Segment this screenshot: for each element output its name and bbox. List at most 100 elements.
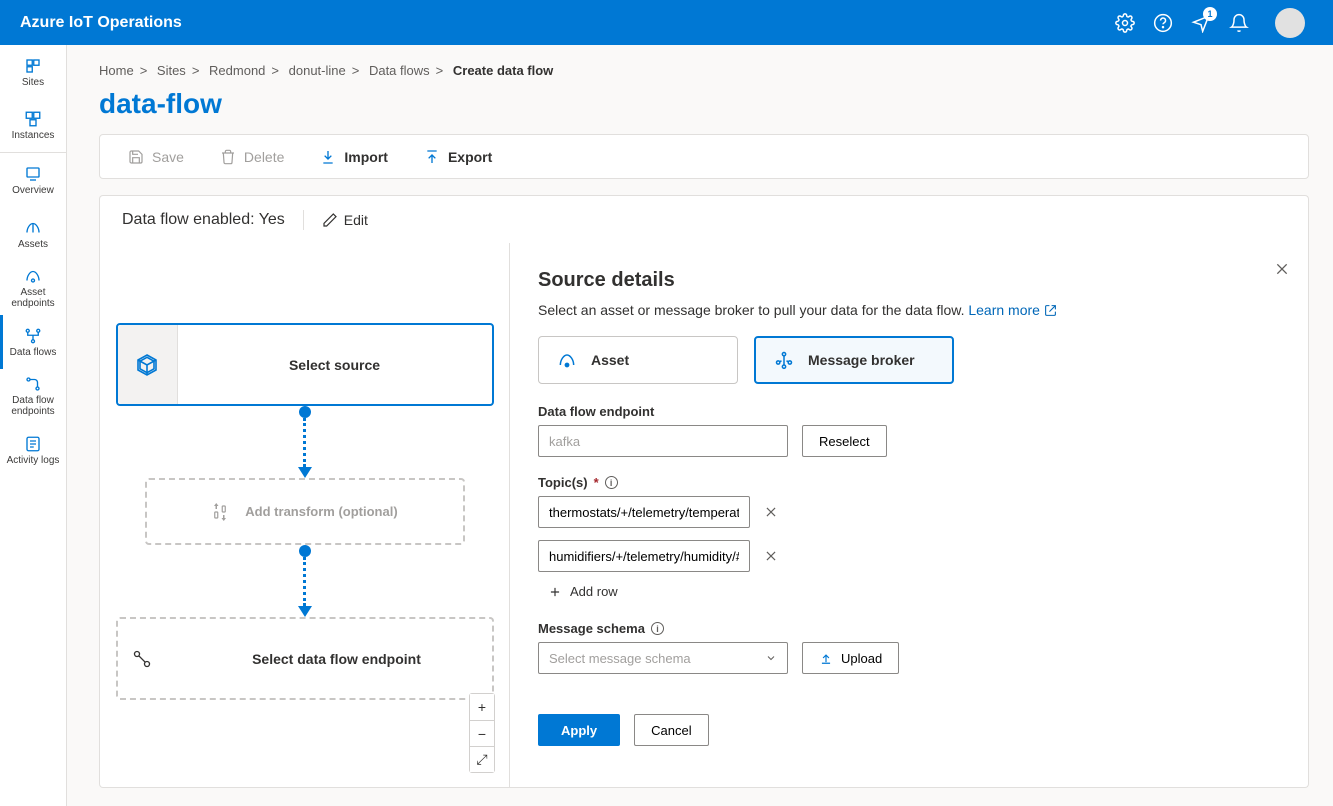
nav-label: Data flow endpoints xyxy=(2,395,64,417)
enabled-status: Data flow enabled: Yes xyxy=(122,211,285,229)
topic-row xyxy=(538,540,1280,572)
asset-option[interactable]: Asset xyxy=(538,336,738,384)
add-row-button[interactable]: Add row xyxy=(548,584,1280,599)
diagram-column: Select source Add transform (optional) S xyxy=(100,243,510,787)
crumb-donutline[interactable]: donut-line xyxy=(289,63,346,78)
zoom-controls: + − ⤢ xyxy=(469,693,495,773)
toolbar: Save Delete Import Export xyxy=(99,134,1309,179)
delete-button: Delete xyxy=(220,149,284,165)
status-bar: Data flow enabled: Yes Edit xyxy=(99,195,1309,243)
schema-label: Message schema i xyxy=(538,621,1280,636)
info-icon[interactable]: i xyxy=(605,476,618,489)
message-broker-option[interactable]: Message broker xyxy=(754,336,954,384)
settings-icon[interactable] xyxy=(1115,13,1135,33)
broker-option-label: Message broker xyxy=(808,352,915,368)
learn-more-link[interactable]: Learn more xyxy=(968,302,1056,318)
bell-icon[interactable] xyxy=(1229,13,1249,33)
nav-label: Assets xyxy=(18,239,48,250)
transform-node-label: Add transform (optional) xyxy=(245,504,397,519)
zoom-fit-button[interactable]: ⤢ xyxy=(470,746,494,772)
source-node-label: Select source xyxy=(178,357,492,373)
upload-button[interactable]: Upload xyxy=(802,642,899,674)
asset-option-label: Asset xyxy=(591,352,629,368)
transform-node[interactable]: Add transform (optional) xyxy=(145,478,465,545)
nav-instances[interactable]: Instances xyxy=(0,99,66,153)
footer-buttons: Apply Cancel xyxy=(538,714,1280,746)
breadcrumb: Home> Sites> Redmond> donut-line> Data f… xyxy=(99,63,1309,78)
connector xyxy=(298,406,312,478)
chevron-down-icon xyxy=(765,652,777,664)
source-node[interactable]: Select source xyxy=(116,323,494,406)
topics-label: Topic(s) * i xyxy=(538,475,1280,490)
zoom-out-button[interactable]: − xyxy=(470,720,494,746)
divider xyxy=(303,210,304,230)
upload-icon xyxy=(424,149,440,165)
reselect-button[interactable]: Reselect xyxy=(802,425,887,457)
data-flows-icon xyxy=(24,327,42,345)
crumb-dataflows[interactable]: Data flows xyxy=(369,63,430,78)
details-subtitle: Select an asset or message broker to pul… xyxy=(538,302,1280,318)
download-icon xyxy=(320,149,336,165)
crumb-sites[interactable]: Sites xyxy=(157,63,186,78)
page-title: data-flow xyxy=(99,88,1309,120)
import-button[interactable]: Import xyxy=(320,149,388,165)
broker-option-icon xyxy=(774,350,794,370)
endpoint-input[interactable] xyxy=(538,425,788,457)
remove-topic-icon[interactable] xyxy=(764,549,778,563)
save-icon xyxy=(128,149,144,165)
nav-label: Activity logs xyxy=(7,455,60,466)
trash-icon xyxy=(220,149,236,165)
remove-topic-icon[interactable] xyxy=(764,505,778,519)
canvas: Select source Add transform (optional) S xyxy=(99,243,1309,788)
cube-icon xyxy=(118,325,178,404)
upload-icon xyxy=(819,651,833,665)
cancel-button[interactable]: Cancel xyxy=(634,714,708,746)
details-title: Source details xyxy=(538,269,1280,292)
instances-icon xyxy=(24,110,42,128)
product-title: Azure IoT Operations xyxy=(20,14,182,32)
nav-activity-logs[interactable]: Activity logs xyxy=(0,423,66,477)
nav-sites[interactable]: Sites xyxy=(0,45,66,99)
destination-node[interactable]: Select data flow endpoint xyxy=(116,617,494,700)
help-icon[interactable] xyxy=(1153,13,1173,33)
feedback-icon[interactable]: 1 xyxy=(1191,13,1211,33)
export-label: Export xyxy=(448,149,492,165)
source-type-toggle: Asset Message broker xyxy=(538,336,1280,384)
nav-data-flows[interactable]: Data flows xyxy=(0,315,66,369)
main-content: Home> Sites> Redmond> donut-line> Data f… xyxy=(67,45,1333,806)
nav-label: Overview xyxy=(12,185,54,196)
endpoint-label: Data flow endpoint xyxy=(538,404,1280,419)
crumb-redmond[interactable]: Redmond xyxy=(209,63,265,78)
avatar[interactable] xyxy=(1275,8,1305,38)
nav-data-flow-endpoints[interactable]: Data flow endpoints xyxy=(0,369,66,423)
nav-assets[interactable]: Assets xyxy=(0,207,66,261)
apply-button[interactable]: Apply xyxy=(538,714,620,746)
nav-asset-endpoints[interactable]: Asset endpoints xyxy=(0,261,66,315)
close-icon[interactable] xyxy=(1274,261,1290,277)
schema-select[interactable]: Select message schema xyxy=(538,642,788,674)
topic-row xyxy=(538,496,1280,528)
transform-icon xyxy=(211,503,229,521)
topic-input-0[interactable] xyxy=(538,496,750,528)
edit-button[interactable]: Edit xyxy=(322,212,368,228)
nav-label: Instances xyxy=(12,130,55,141)
zoom-in-button[interactable]: + xyxy=(470,694,494,720)
left-nav: Sites Instances Overview Assets Asset en… xyxy=(0,45,67,806)
save-label: Save xyxy=(152,149,184,165)
asset-endpoints-icon xyxy=(24,267,42,285)
nav-label: Sites xyxy=(22,77,44,88)
activity-logs-icon xyxy=(24,435,42,453)
connector xyxy=(298,545,312,617)
nav-overview[interactable]: Overview xyxy=(0,153,66,207)
topic-input-1[interactable] xyxy=(538,540,750,572)
export-button[interactable]: Export xyxy=(424,149,492,165)
top-bar: Azure IoT Operations 1 xyxy=(0,0,1333,45)
save-button: Save xyxy=(128,149,184,165)
info-icon[interactable]: i xyxy=(651,622,664,635)
delete-label: Delete xyxy=(244,149,284,165)
nav-label: Asset endpoints xyxy=(2,287,64,309)
plus-icon xyxy=(548,585,562,599)
nav-label: Data flows xyxy=(10,347,57,358)
sites-icon xyxy=(24,57,42,75)
crumb-home[interactable]: Home xyxy=(99,63,134,78)
